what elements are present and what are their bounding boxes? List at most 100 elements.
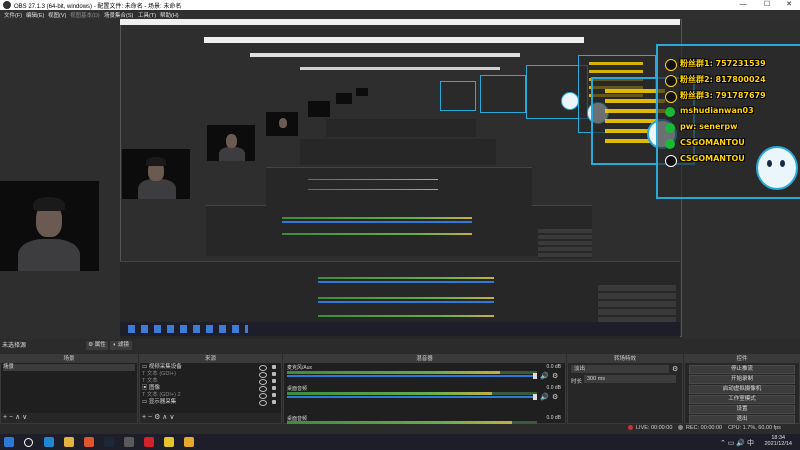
- maximize-button[interactable]: ☐: [756, 0, 778, 10]
- webcam-capture-nested: [266, 112, 298, 136]
- controls-body: 停止推流 开始录制 启动虚拟摄像机 工作室模式 设置 退出: [685, 363, 799, 424]
- netease-icon[interactable]: [144, 437, 154, 447]
- mixer-channel-db: 0.0 dB: [546, 385, 561, 391]
- mixer-channel-name: 桌面音频: [287, 386, 308, 392]
- nested-title-bar-4: [300, 67, 500, 70]
- menu-view[interactable]: 视图(V): [48, 11, 66, 19]
- volume-slider-handle[interactable]: [533, 373, 537, 379]
- edge-icon[interactable]: [44, 437, 54, 447]
- volume-meter: [287, 371, 537, 374]
- menu-help[interactable]: 帮助(H): [160, 11, 179, 19]
- sources-toolbar[interactable]: + − ⚙ ∧ ∨: [142, 414, 174, 422]
- close-button[interactable]: ✕: [778, 0, 800, 10]
- transition-select[interactable]: 淡出: [571, 365, 669, 373]
- preview-canvas[interactable]: 粉丝群1: 757231539 粉丝群2: 817800024 粉丝群3: 79…: [0, 19, 800, 339]
- wechat-icon: [665, 123, 675, 133]
- source-item[interactable]: ▣ 图像: [142, 385, 279, 392]
- source-item[interactable]: ▭ 视频采集设备: [142, 364, 279, 371]
- game-icon[interactable]: [164, 437, 174, 447]
- start-virtual-camera-button[interactable]: 启动虚拟摄像机: [689, 385, 795, 394]
- info-overlay: 粉丝群1: 757231539 粉丝群2: 817800024 粉丝群3: 79…: [656, 44, 800, 199]
- steam-icon[interactable]: [104, 437, 114, 447]
- settings-button[interactable]: 设置: [689, 405, 795, 414]
- system-tray[interactable]: ⌃ ▭ 🔊 中: [720, 438, 754, 448]
- scenes-dock: 场景 场景 + − ∧ ∨: [0, 354, 138, 424]
- eye-icon[interactable]: [259, 400, 267, 406]
- lock-icon[interactable]: [272, 365, 276, 369]
- sources-list: ▭ 视频采集设备 T 文本 (GDI+) T 文本 ▣ 图像 T 文本 (GDI…: [140, 363, 281, 413]
- sources-header: 来源: [140, 355, 281, 363]
- clock-date: 2021/12/14: [764, 441, 792, 447]
- lock-icon[interactable]: [272, 393, 276, 397]
- system-clock[interactable]: 18:34 2021/12/14: [764, 435, 792, 447]
- mixer-channel-name: 麦克风/Aux: [287, 365, 313, 371]
- lock-icon[interactable]: [272, 400, 276, 404]
- source-item[interactable]: ▭ 显示器采集: [142, 399, 279, 406]
- nested-meter: [308, 179, 438, 180]
- speaker-icon[interactable]: 🔊: [540, 393, 549, 401]
- status-bar: LIVE: 00:00:00 REC: 00:00:00 CPU: 1.7%, …: [0, 424, 800, 434]
- lock-icon[interactable]: [272, 372, 276, 376]
- filters-button[interactable]: ◐ 滤镜: [110, 341, 132, 350]
- nested-title-bar-2: [204, 37, 584, 43]
- overlay-pw: pw: senerpw: [680, 122, 738, 131]
- lock-icon[interactable]: [272, 386, 276, 390]
- obs-icon[interactable]: [124, 437, 134, 447]
- overlay-group2: 粉丝群2: 817800024: [680, 75, 766, 84]
- volume-slider[interactable]: [287, 396, 533, 398]
- menu-edit[interactable]: 编辑(E): [26, 11, 44, 19]
- source-item[interactable]: T 文本 (GDI+) 2: [142, 392, 279, 399]
- transitions-body: 淡出 ⚙ 时长 300 ms: [568, 363, 682, 423]
- source-item[interactable]: T 文本: [142, 378, 279, 385]
- source-item[interactable]: T 文本 (GDI+): [142, 371, 279, 378]
- weibo-icon: [665, 139, 675, 149]
- properties-button[interactable]: ⚙ 属性: [86, 341, 108, 350]
- minimize-button[interactable]: —: [732, 0, 754, 10]
- firefox-icon[interactable]: [84, 437, 94, 447]
- camera-icon: ▭: [142, 364, 149, 370]
- start-recording-button[interactable]: 开始录制: [689, 375, 795, 384]
- menu-tools[interactable]: 工具(T): [138, 11, 156, 19]
- penguin-icon: [665, 75, 677, 87]
- volume-slider[interactable]: [287, 375, 533, 377]
- mixer-body: 麦克风/Aux 0.0 dB 🔊 ⚙ 桌面音频 0.0 dB 🔊 ⚙ 桌面音频 …: [284, 363, 565, 424]
- windows-taskbar: ⌃ ▭ 🔊 中 18:34 2021/12/14: [0, 434, 800, 450]
- menu-scene-collection[interactable]: 场景集合(S): [104, 11, 133, 19]
- controls-dock: 控件 停止推流 开始录制 启动虚拟摄像机 工作室模式 设置 退出: [684, 354, 800, 424]
- webcam-capture-nested: [207, 125, 255, 161]
- folder-icon[interactable]: [184, 437, 194, 447]
- gear-icon[interactable]: ⚙: [552, 372, 558, 380]
- obs-app-icon: [3, 1, 11, 9]
- wechat-icon: [665, 107, 675, 117]
- stop-streaming-button[interactable]: 停止推流: [689, 365, 795, 374]
- overlay-weibo: CSGOMANTOU: [680, 138, 745, 147]
- gear-icon[interactable]: ⚙: [552, 393, 558, 401]
- mixer-channel-db: 0.0 dB: [546, 415, 561, 421]
- menu-file[interactable]: 文件(F): [4, 11, 22, 19]
- transitions-header: 转场特效: [568, 355, 682, 363]
- scene-item[interactable]: 场景: [3, 364, 135, 371]
- lock-icon[interactable]: [272, 379, 276, 383]
- speaker-icon[interactable]: 🔊: [540, 372, 549, 380]
- mixer-channel-db: 0.0 dB: [546, 364, 561, 370]
- scenes-toolbar[interactable]: + − ∧ ∨: [3, 414, 27, 422]
- studio-mode-button[interactable]: 工作室模式: [689, 395, 795, 404]
- chrome-icon[interactable]: [64, 437, 74, 447]
- volume-meter: [287, 392, 537, 395]
- image-icon: ▣: [142, 385, 150, 391]
- exit-button[interactable]: 退出: [689, 415, 795, 424]
- duration-input[interactable]: 300 ms: [584, 375, 676, 383]
- selected-source-label: 未选择源: [2, 343, 27, 349]
- cpu-fps: CPU: 1.7%, 60.00 fps: [728, 425, 781, 431]
- mixer-header: 混音器: [284, 355, 565, 363]
- penguin-icon: [665, 91, 677, 103]
- windows-icon[interactable]: [4, 437, 14, 447]
- nested-meter: [282, 217, 472, 219]
- gear-icon[interactable]: ⚙: [672, 365, 678, 373]
- search-icon[interactable]: [24, 438, 33, 447]
- volume-slider-handle[interactable]: [533, 394, 537, 400]
- menu-dock[interactable]: 视图基本(D): [70, 11, 100, 19]
- nested-meter: [282, 233, 472, 235]
- nested-controls: [538, 229, 592, 259]
- monitor-icon: ▭: [142, 399, 149, 405]
